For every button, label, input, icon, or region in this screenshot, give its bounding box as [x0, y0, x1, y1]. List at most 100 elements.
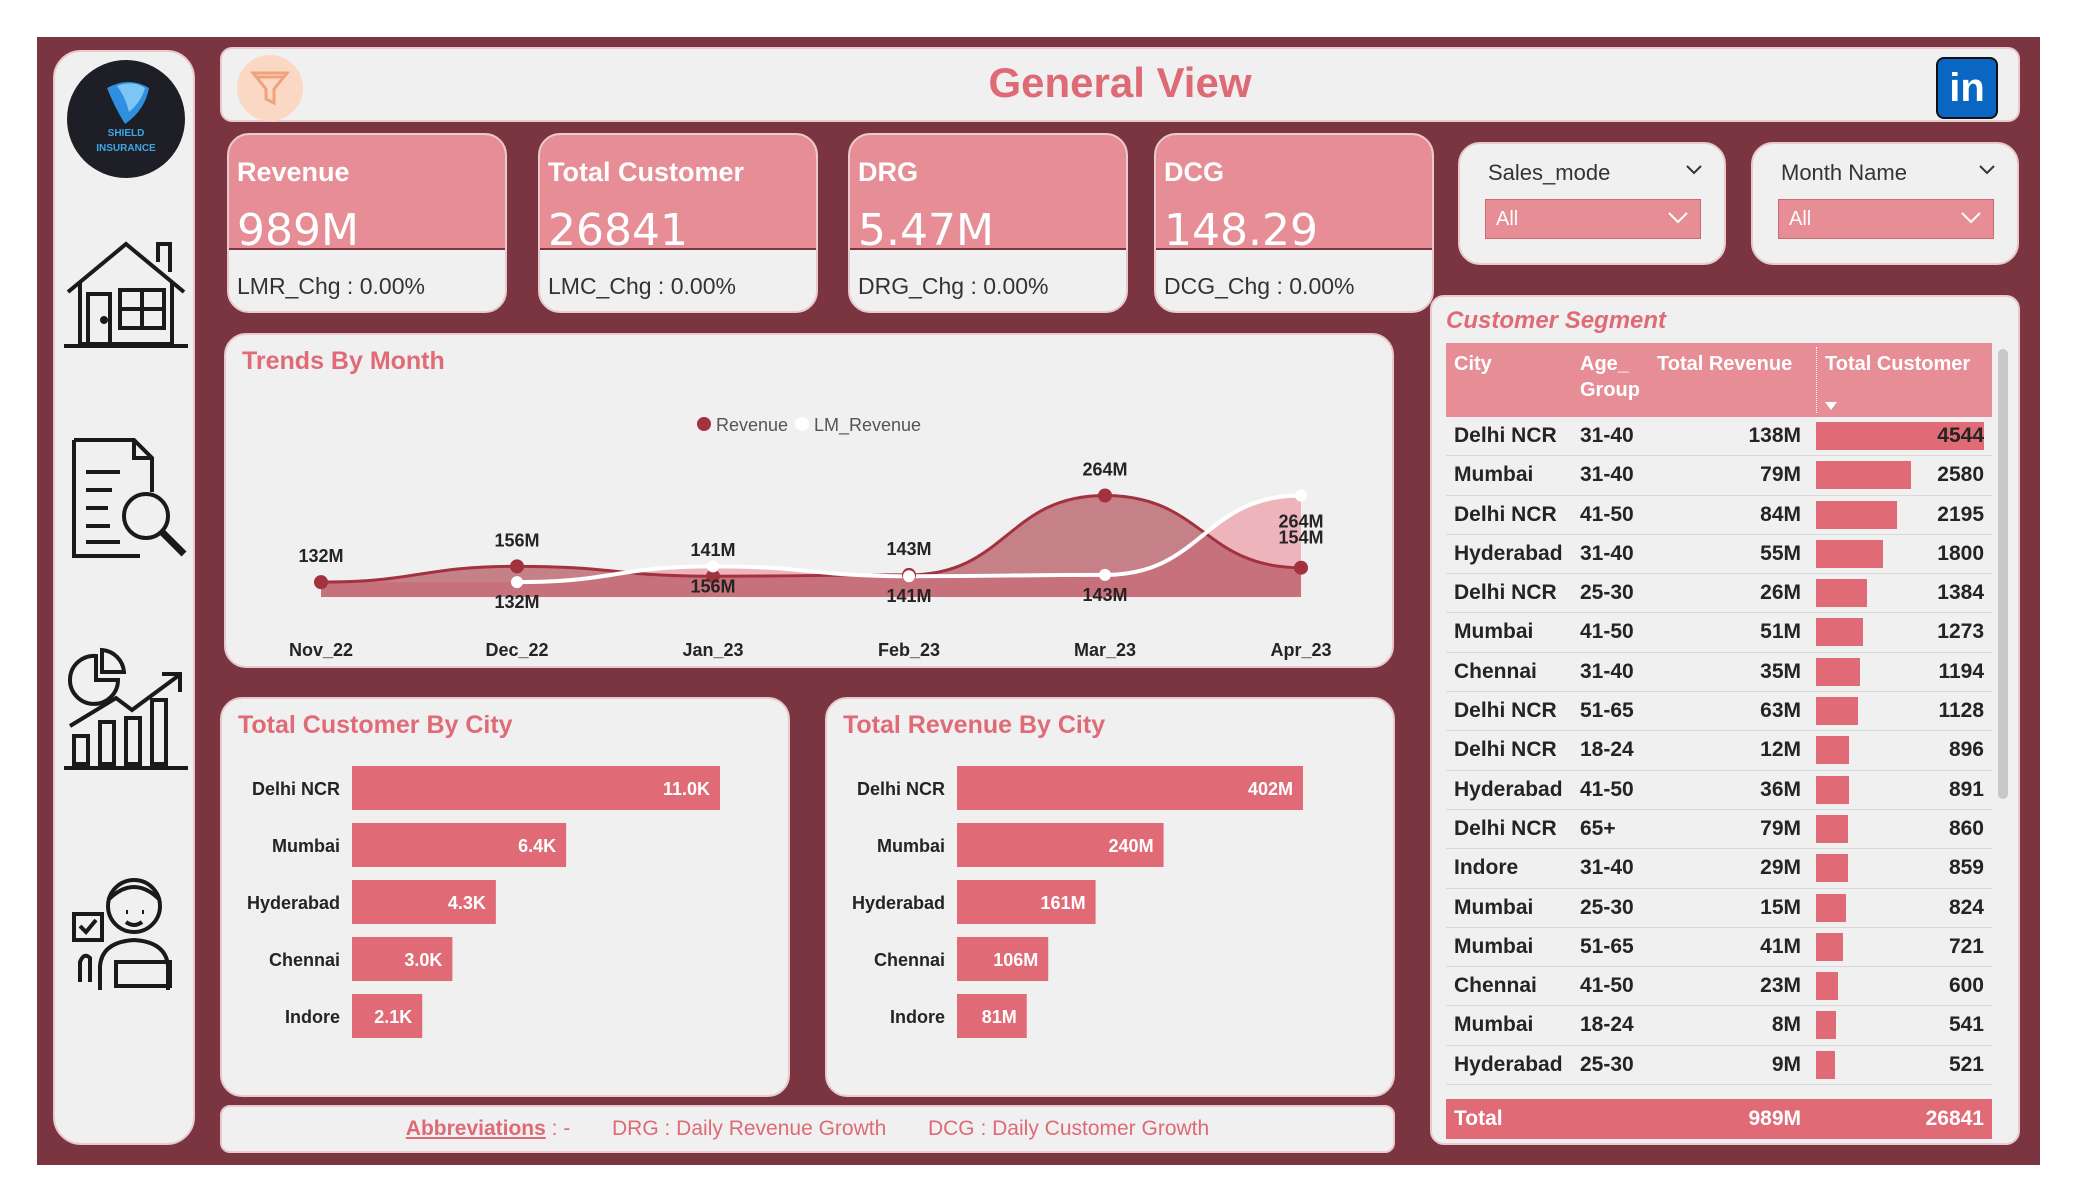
cell-city: Chennai — [1454, 974, 1537, 998]
linkedin-icon[interactable]: in — [1936, 57, 1998, 119]
bar-data-label: 106M — [993, 950, 1038, 970]
cell-total-customer: 721 — [1948, 934, 1984, 958]
slicer-sales-mode: Sales_mode All — [1458, 142, 1726, 265]
chevron-down-icon[interactable] — [1979, 162, 1995, 178]
table-body: Delhi NCR 31-40 138M 4544 Mumbai 31-40 79M 2580… — [1446, 417, 1992, 1087]
cell-total-revenue: 9M — [1771, 1052, 1801, 1076]
y-axis-tick-label: Chennai — [269, 950, 340, 970]
revenue-point[interactable] — [1098, 488, 1112, 503]
cell-age-group: 31-40 — [1580, 424, 1634, 447]
kpi-card-drg: DRG 5.47M DRG_Chg : 0.00% — [848, 133, 1128, 313]
month-name-dropdown[interactable]: All — [1778, 199, 1994, 239]
table-scrollbar[interactable] — [1998, 349, 2008, 799]
cell-city: Hyderabad — [1454, 777, 1563, 801]
table-row[interactable]: Delhi NCR 65+ 79M 860 — [1446, 810, 1992, 850]
bar-data-label: 240M — [1109, 836, 1154, 856]
abbreviations-label[interactable]: Abbreviations — [406, 1117, 546, 1140]
home-icon[interactable] — [60, 222, 192, 354]
table-row[interactable]: Chennai 41-50 23M 600 — [1446, 967, 1992, 1007]
cell-total-revenue: 23M — [1760, 974, 1801, 998]
revenue-point[interactable] — [1294, 560, 1308, 575]
cell-total-revenue: 36M — [1760, 777, 1801, 801]
lm-revenue-data-label: 264M — [1278, 512, 1323, 532]
table-row[interactable]: Delhi NCR 25-30 26M 1384 — [1446, 574, 1992, 614]
cell-city: Mumbai — [1454, 620, 1534, 644]
table-row[interactable]: Delhi NCR 31-40 138M 4544 — [1446, 417, 1992, 457]
cell-total-revenue: 55M — [1760, 541, 1801, 565]
table-row[interactable]: Delhi NCR 41-50 84M 2195 — [1446, 496, 1992, 535]
table-row[interactable]: Hyderabad 31-40 55M 1800 — [1446, 535, 1992, 575]
x-axis-tick-label: Apr_23 — [1270, 640, 1331, 660]
y-axis-tick-label: Indore — [890, 1007, 945, 1027]
y-axis-tick-label: Hyderabad — [852, 893, 945, 913]
table-row[interactable]: Mumbai 41-50 51M 1273 — [1446, 613, 1992, 653]
column-header-total-customer[interactable]: Total Customer — [1816, 347, 1970, 413]
cell-age-group: 18-24 — [1580, 738, 1634, 762]
table-title: Customer Segment — [1446, 307, 1667, 334]
table-row[interactable]: Chennai 31-40 35M 1194 — [1446, 653, 1992, 693]
table-row[interactable]: Delhi NCR 18-24 12M 896 — [1446, 731, 1992, 771]
sales-mode-dropdown[interactable]: All — [1485, 199, 1701, 239]
revenue-data-label: 141M — [690, 540, 735, 560]
lm-revenue-point[interactable] — [903, 570, 915, 583]
customer-support-icon[interactable] — [60, 862, 192, 994]
logo-text: SHIELD INSURANCE — [67, 126, 185, 156]
lm-revenue-point[interactable] — [511, 576, 523, 589]
cell-total-revenue: 15M — [1760, 895, 1801, 919]
sort-descending-icon[interactable] — [1824, 401, 1838, 411]
bar-data-label: 4.3K — [448, 893, 486, 913]
revenue-data-label: 132M — [298, 546, 343, 566]
slicer-title: Month Name — [1781, 160, 1907, 185]
trends-by-month-chart: Trends By Month Revenue LM_Revenue 132M 156… — [224, 333, 1394, 668]
table-row[interactable]: Mumbai 25-30 15M 824 — [1446, 889, 1992, 928]
table-row[interactable]: Mumbai 51-65 41M 721 — [1446, 928, 1992, 968]
cell-total-revenue: 51M — [1760, 620, 1801, 644]
table-row[interactable]: Delhi NCR 51-65 63M 1128 — [1446, 692, 1992, 732]
cell-age-group: 41-50 — [1580, 974, 1634, 998]
x-axis-tick-label: Feb_23 — [878, 640, 940, 660]
cell-city: Mumbai — [1454, 895, 1534, 919]
abbreviations-separator: : - — [551, 1117, 571, 1140]
lm-revenue-point[interactable] — [707, 560, 719, 573]
column-header-age-group[interactable]: Age_ Group — [1580, 351, 1650, 403]
revenue-data-label: 264M — [1082, 460, 1127, 480]
column-header-total-revenue[interactable]: Total Revenue — [1657, 351, 1792, 377]
lm-revenue-point[interactable] — [1099, 568, 1111, 581]
report-search-icon[interactable] — [60, 432, 192, 564]
cell-total-revenue: 63M — [1760, 699, 1801, 723]
table-row[interactable]: Indore 31-40 29M 859 — [1446, 849, 1992, 889]
cell-age-group: 41-50 — [1580, 502, 1634, 526]
title-bar: General View in — [220, 47, 2020, 122]
table-row[interactable]: Mumbai 31-40 79M 2580 — [1446, 456, 1992, 496]
cell-city: Delhi NCR — [1454, 581, 1557, 605]
revenue-data-label: 143M — [886, 539, 931, 559]
cell-city: Hyderabad — [1454, 1052, 1563, 1076]
chevron-down-icon — [1961, 212, 1981, 224]
y-axis-tick-label: Mumbai — [877, 836, 945, 856]
revenue-point[interactable] — [510, 559, 524, 574]
table-row[interactable]: Mumbai 18-24 8M 541 — [1446, 1006, 1992, 1046]
cell-total-revenue: 138M — [1748, 424, 1801, 447]
table-header: City Age_ Group Total Revenue Total Cust… — [1446, 343, 1992, 417]
cell-total-revenue: 26M — [1760, 581, 1801, 605]
table-total-row: Total 989M 26841 — [1446, 1099, 1992, 1139]
growth-chart-icon[interactable] — [60, 642, 192, 774]
slicer-month-name: Month Name All — [1751, 142, 2019, 265]
y-axis-tick-label: Hyderabad — [247, 893, 340, 913]
column-header-city[interactable]: City — [1454, 351, 1492, 377]
lm-revenue-point[interactable] — [1295, 489, 1307, 502]
bar-data-label: 3.0K — [404, 950, 442, 970]
table-row[interactable]: Hyderabad 41-50 36M 891 — [1446, 771, 1992, 810]
cell-age-group: 31-40 — [1580, 659, 1634, 683]
revenue-area — [321, 495, 1301, 597]
cell-city: Chennai — [1454, 659, 1537, 683]
table-row[interactable]: Hyderabad 25-30 9M 521 — [1446, 1046, 1992, 1086]
revenue-point[interactable] — [314, 575, 328, 590]
kpi-change: LMC_Chg : 0.00% — [548, 273, 736, 299]
chevron-down-icon[interactable] — [1686, 162, 1702, 178]
cell-age-group: 31-40 — [1580, 463, 1634, 487]
cell-age-group: 25-30 — [1580, 581, 1634, 605]
y-axis-tick-label: Mumbai — [272, 836, 340, 856]
cell-city: Delhi NCR — [1454, 424, 1557, 447]
cell-age-group: 25-30 — [1580, 1052, 1634, 1076]
